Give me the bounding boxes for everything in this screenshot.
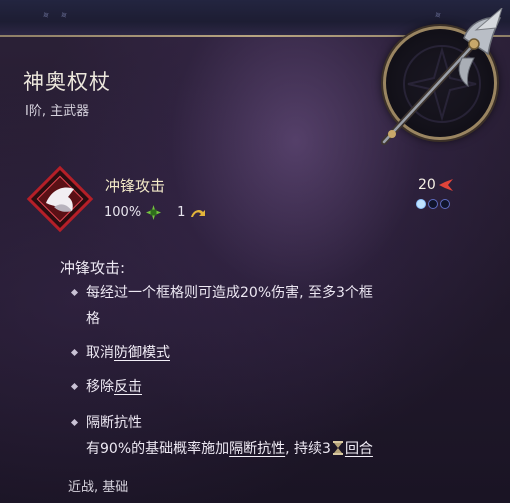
hourglass-icon: [332, 441, 343, 455]
cooldown-arrow-icon: [191, 209, 206, 217]
bullet-detail: 有90%的基础概率施加隔断抗性, 持续3 回合: [86, 436, 373, 462]
bullet-diamond-icon: [70, 288, 79, 297]
bullet-text: 移除: [86, 379, 114, 395]
cost-value: 20: [418, 177, 436, 193]
bullet-diamond-icon: [70, 348, 79, 357]
charge-pips: [416, 199, 450, 209]
skill-stats: 100% 1: [104, 205, 206, 220]
cost-icon: [438, 179, 453, 191]
bullet-text: 每经过一个框格则可造成20%伤害, 至多3个框: [86, 285, 373, 301]
bullet-diamond-icon: [70, 418, 79, 427]
description-bullet: 移除反击: [70, 374, 142, 400]
description-bullet: 每经过一个框格则可造成20%伤害, 至多3个框 格: [70, 280, 456, 332]
bullet-detail-text: , 持续3: [285, 441, 331, 457]
accuracy-icon: [146, 205, 162, 220]
bullet-text: 取消: [86, 345, 114, 361]
charge-pip: [428, 199, 438, 209]
description-bullet: 隔断抗性 有90%的基础概率施加隔断抗性, 持续3 回合: [70, 410, 373, 462]
skill-cost: 20: [418, 177, 453, 193]
skill-name: 冲锋攻击: [105, 177, 166, 195]
skill-tags: 近战, 基础: [68, 480, 129, 495]
rune-icon: ⌖: [57, 7, 71, 23]
keyword-link-stagger-resist[interactable]: 隔断抗性: [229, 441, 285, 457]
accuracy-value: 100%: [104, 205, 142, 220]
halberd-icon: [381, 8, 503, 145]
rune-icon: ⌖: [39, 7, 53, 23]
bullet-text-continued: 格: [86, 311, 100, 327]
bullet-detail-text: 有90%的基础概率施加: [86, 441, 230, 457]
keyword-link-counter[interactable]: 反击: [114, 379, 142, 395]
cooldown-value: 1: [177, 205, 186, 220]
item-name: 神奥权杖: [23, 70, 111, 94]
bullet-diamond-icon: [70, 382, 79, 391]
charge-pip: [440, 199, 450, 209]
item-subtitle: I阶, 主武器: [25, 104, 90, 119]
description-bullet: 取消防御模式: [70, 340, 170, 366]
item-tooltip: ⌖ ⌖ ⌖ 神奥权杖 I阶, 主武器 冲锋攻击 100% 1 20 冲锋攻击: …: [0, 0, 510, 503]
keyword-link-defense-mode[interactable]: 防御模式: [114, 345, 170, 361]
bullet-title: 隔断抗性: [86, 415, 142, 431]
charge-attack-icon[interactable]: [24, 163, 96, 235]
charge-pip: [416, 199, 426, 209]
description-title: 冲锋攻击:: [60, 259, 126, 277]
keyword-link-rounds[interactable]: 回合: [345, 441, 373, 457]
